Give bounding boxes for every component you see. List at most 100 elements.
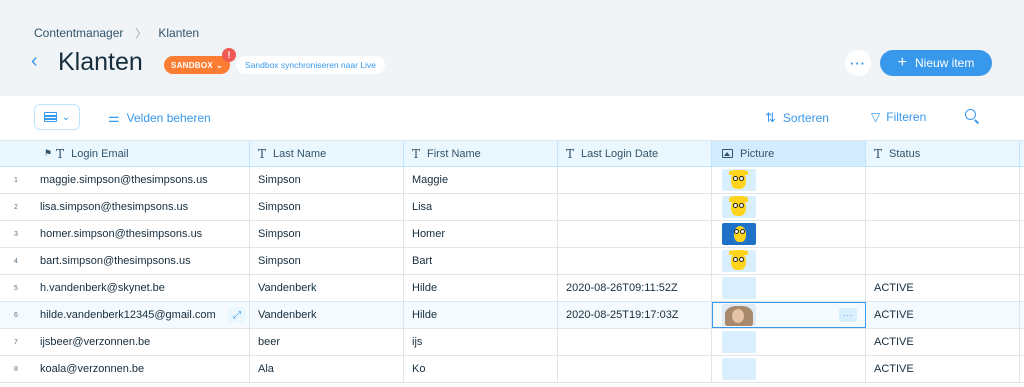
notification-badge: ! <box>222 48 236 62</box>
cell-last-login-date[interactable] <box>558 194 712 220</box>
row-index: 6 <box>14 311 18 319</box>
picture-thumbnail <box>722 250 756 272</box>
cell-status[interactable]: ACTIVE <box>866 302 1020 328</box>
cell-last-name[interactable]: Simpson <box>250 167 404 193</box>
manage-fields-button[interactable]: ⚌ Velden beheren <box>108 110 211 126</box>
cell-status[interactable] <box>866 221 1020 247</box>
cell-status[interactable]: ACTIVE <box>866 329 1020 355</box>
cell-status[interactable] <box>866 194 1020 220</box>
cell-login-email[interactable]: koala@verzonnen.be <box>32 356 250 382</box>
table-row[interactable]: 1 maggie.simpson@thesimpsons.us Simpson Mag… <box>0 167 1024 194</box>
table-row[interactable]: 8 koala@verzonnen.be Ala Ko ACTIVE <box>0 356 1024 383</box>
filter-button[interactable]: ▽ Filteren <box>871 110 926 124</box>
primary-field-flag-icon: ⚑ <box>44 148 53 158</box>
cell-first-name[interactable]: Homer <box>404 221 558 247</box>
row-index: 5 <box>14 284 18 292</box>
text-type-icon: T <box>566 146 575 161</box>
cell-first-name[interactable]: Bart <box>404 248 558 274</box>
column-header-last-login-date[interactable]: T Last Login Date <box>558 141 712 166</box>
cell-last-name[interactable]: Vandenberk <box>250 302 404 328</box>
cell-last-login-date[interactable] <box>558 248 712 274</box>
cell-last-name[interactable]: Simpson <box>250 221 404 247</box>
table-row[interactable]: 7 ijsbeer@verzonnen.be beer ijs ACTIVE <box>0 329 1024 356</box>
cell-last-name[interactable]: beer <box>250 329 404 355</box>
cell-last-login-date[interactable] <box>558 221 712 247</box>
cell-login-email[interactable]: homer.simpson@thesimpsons.us <box>32 221 250 247</box>
cell-login-email[interactable]: bart.simpson@thesimpsons.us <box>32 248 250 274</box>
picture-thumbnail <box>722 304 756 326</box>
new-item-button[interactable]: + Nieuw item <box>880 50 992 76</box>
toolbar: ⌄ ⚌ Velden beheren ⇅ Sorteren ▽ Filteren <box>0 96 1024 140</box>
expand-row-icon[interactable]: ⤢ <box>228 307 246 323</box>
table-row[interactable]: 4 bart.simpson@thesimpsons.us Simpson Bart <box>0 248 1024 275</box>
sync-to-live-button[interactable]: Sandbox synchroniseren naar Live <box>236 56 385 74</box>
search-icon[interactable] <box>964 108 980 124</box>
sandbox-label: SANDBOX <box>170 60 214 70</box>
column-header-picture[interactable]: Picture <box>712 141 866 166</box>
picture-thumbnail <box>722 196 756 218</box>
row-index: 1 <box>14 176 18 184</box>
picture-thumbnail <box>722 169 756 191</box>
column-header-first-name[interactable]: T First Name <box>404 141 558 166</box>
table-view-icon <box>43 112 57 122</box>
cell-last-name[interactable]: Simpson <box>250 194 404 220</box>
table-row[interactable]: 5 h.vandenberk@skynet.be Vandenberk Hilde 20… <box>0 275 1024 302</box>
picture-thumbnail <box>722 223 756 245</box>
cell-last-login-date[interactable]: 2020-08-26T09:11:52Z <box>558 275 712 301</box>
back-arrow-icon[interactable]: ‹ <box>31 51 45 71</box>
cell-picture[interactable]: ··· <box>712 302 866 328</box>
filter-label: Filteren <box>886 110 927 124</box>
table-row[interactable]: 6 hilde.vandenberk12345@gmail.com ⤢ Vandenb… <box>0 302 1024 329</box>
cell-picture[interactable] <box>712 248 866 274</box>
cell-login-email[interactable]: ijsbeer@verzonnen.be <box>32 329 250 355</box>
column-header-last-name[interactable]: T Last Name <box>250 141 404 166</box>
cell-picture[interactable] <box>712 167 866 193</box>
cell-first-name[interactable]: Hilde <box>404 302 558 328</box>
cell-last-login-date[interactable] <box>558 356 712 382</box>
cell-picture[interactable] <box>712 194 866 220</box>
table-row[interactable]: 2 lisa.simpson@thesimpsons.us Simpson Lisa <box>0 194 1024 221</box>
picture-thumbnail <box>722 277 756 299</box>
image-type-icon <box>722 149 733 158</box>
cell-last-name[interactable]: Vandenberk <box>250 275 404 301</box>
cell-last-login-date[interactable] <box>558 329 712 355</box>
text-type-icon: T <box>56 146 65 161</box>
cell-first-name[interactable]: Ko <box>404 356 558 382</box>
cell-first-name[interactable]: Maggie <box>404 167 558 193</box>
chevron-down-icon: ⌄ <box>216 60 224 70</box>
cell-last-login-date[interactable] <box>558 167 712 193</box>
cell-picture[interactable] <box>712 356 866 382</box>
cell-first-name[interactable]: ijs <box>404 329 558 355</box>
cell-picture[interactable] <box>712 221 866 247</box>
cell-login-email[interactable]: hilde.vandenberk12345@gmail.com ⤢ <box>32 302 250 328</box>
page-title: Klanten <box>58 48 143 76</box>
cell-first-name[interactable]: Lisa <box>404 194 558 220</box>
cell-picture[interactable] <box>712 329 866 355</box>
text-type-icon: T <box>874 146 883 161</box>
breadcrumb-root[interactable]: Contentmanager <box>34 26 123 40</box>
cell-login-email[interactable]: h.vandenberk@skynet.be <box>32 275 250 301</box>
column-header-login-email[interactable]: ⚑ T Login Email <box>32 141 250 166</box>
cell-status[interactable] <box>866 248 1020 274</box>
cell-last-login-date[interactable]: 2020-08-25T19:17:03Z <box>558 302 712 328</box>
cell-status[interactable]: ACTIVE <box>866 275 1020 301</box>
cell-last-name[interactable]: Simpson <box>250 248 404 274</box>
cell-login-email[interactable]: lisa.simpson@thesimpsons.us <box>32 194 250 220</box>
more-actions-button[interactable]: ··· <box>845 50 871 76</box>
table-row[interactable]: 3 homer.simpson@thesimpsons.us Simpson Home… <box>0 221 1024 248</box>
cell-more-icon[interactable]: ··· <box>839 308 857 322</box>
cell-last-name[interactable]: Ala <box>250 356 404 382</box>
view-switcher-button[interactable]: ⌄ <box>34 104 80 130</box>
picture-thumbnail <box>722 358 756 380</box>
cell-picture[interactable] <box>712 275 866 301</box>
ellipsis-icon: ··· <box>850 55 866 71</box>
cell-login-email[interactable]: maggie.simpson@thesimpsons.us <box>32 167 250 193</box>
cell-status[interactable] <box>866 167 1020 193</box>
row-index: 7 <box>14 338 18 346</box>
cell-first-name[interactable]: Hilde <box>404 275 558 301</box>
sort-button[interactable]: ⇅ Sorteren <box>765 110 829 126</box>
sandbox-dropdown[interactable]: SANDBOX ⌄ <box>164 56 230 74</box>
data-table: ⚑ T Login Email T Last Name T First Name… <box>0 140 1024 383</box>
cell-status[interactable]: ACTIVE <box>866 356 1020 382</box>
column-header-status[interactable]: T Status <box>866 141 1020 166</box>
